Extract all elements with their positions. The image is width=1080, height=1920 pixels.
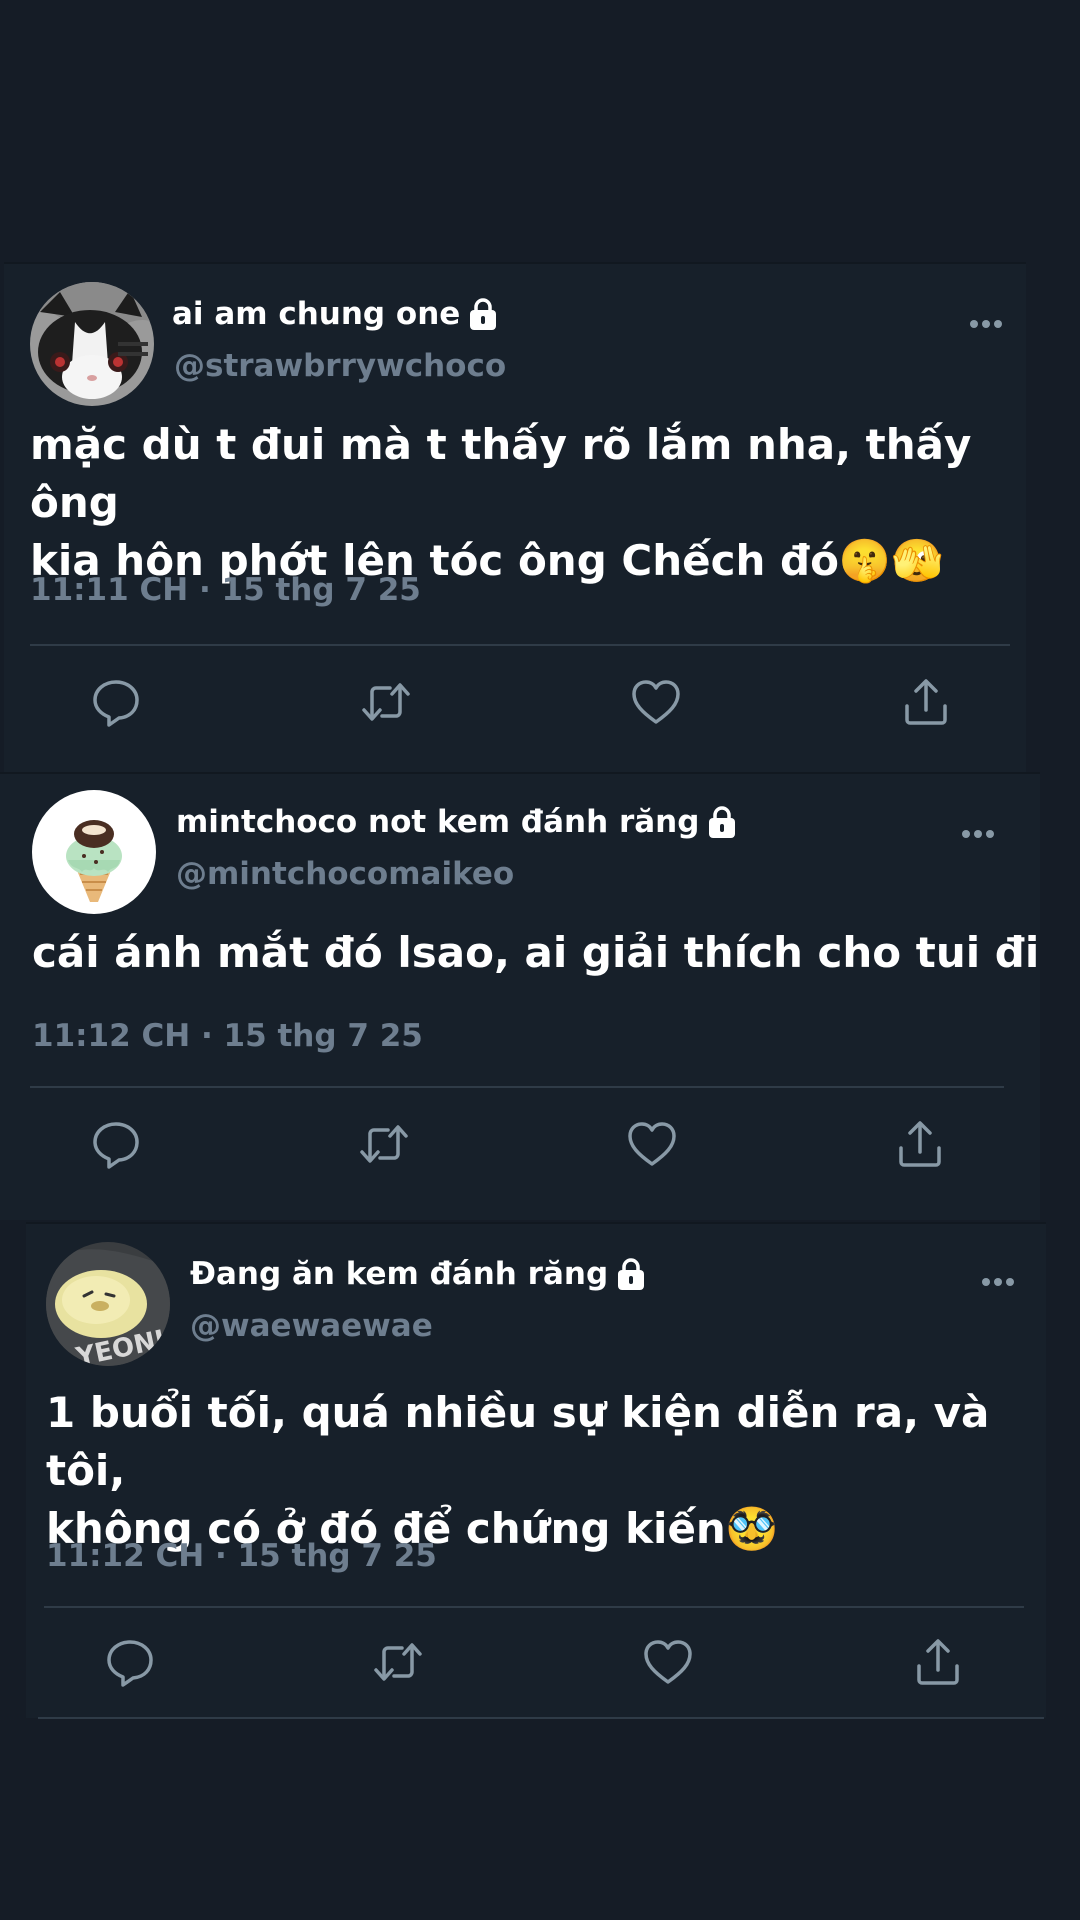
display-name[interactable]: ai am chung one bbox=[172, 296, 460, 332]
avatar[interactable] bbox=[32, 790, 156, 914]
retweet-icon[interactable] bbox=[358, 674, 414, 730]
duck-avatar-icon: YEONI bbox=[46, 1242, 170, 1366]
heart-icon[interactable] bbox=[628, 674, 684, 730]
timestamp[interactable]: 11:12 CH · 15 thg 7 25 bbox=[32, 1018, 423, 1054]
divider bbox=[44, 1606, 1024, 1608]
cat-avatar-icon bbox=[30, 282, 154, 406]
tweet-card[interactable]: ai am chung one @strawbrrywchoco mặc dù … bbox=[4, 262, 1026, 772]
retweet-icon[interactable] bbox=[370, 1634, 426, 1690]
author-name-row[interactable]: mintchoco not kem đánh răng bbox=[176, 804, 737, 840]
tweet-card[interactable]: YEONI Đang ăn kem đánh răng @waewaewae 1… bbox=[26, 1222, 1046, 1718]
heart-icon[interactable] bbox=[624, 1116, 680, 1172]
share-icon[interactable] bbox=[892, 1116, 948, 1172]
more-horizontal-icon[interactable] bbox=[978, 1272, 1018, 1292]
timestamp[interactable]: 11:11 CH · 15 thg 7 25 bbox=[30, 572, 421, 608]
lock-icon bbox=[616, 1257, 646, 1291]
action-bar bbox=[0, 1116, 1040, 1176]
bottom-divider bbox=[38, 1717, 1044, 1719]
share-icon[interactable] bbox=[898, 674, 954, 730]
retweet-icon[interactable] bbox=[356, 1116, 412, 1172]
tweet-text: cái ánh mắt đó lsao, ai giải thích cho t… bbox=[32, 928, 1040, 977]
action-bar bbox=[26, 1634, 1046, 1694]
avatar[interactable]: YEONI bbox=[46, 1242, 170, 1366]
lock-icon bbox=[468, 297, 498, 331]
lock-icon bbox=[707, 805, 737, 839]
tweet-text: 1 buổi tối, quá nhiều sự kiện diễn ra, v… bbox=[46, 1388, 990, 1553]
user-handle[interactable]: @strawbrrywchoco bbox=[174, 348, 506, 384]
tweet-text: mặc dù t đui mà t thấy rõ lắm nha, thấy … bbox=[30, 420, 972, 585]
avatar[interactable] bbox=[30, 282, 154, 406]
action-bar bbox=[4, 674, 1026, 734]
divider bbox=[30, 1086, 1004, 1088]
share-icon[interactable] bbox=[910, 1634, 966, 1690]
user-handle[interactable]: @waewaewae bbox=[190, 1308, 433, 1344]
display-name[interactable]: Đang ăn kem đánh răng bbox=[190, 1256, 608, 1292]
timestamp[interactable]: 11:12 CH · 15 thg 7 25 bbox=[46, 1538, 437, 1574]
author-name-row[interactable]: Đang ăn kem đánh răng bbox=[190, 1256, 646, 1292]
ice-cream-avatar-icon bbox=[32, 790, 156, 914]
tweet-card[interactable]: mintchoco not kem đánh răng @mintchocoma… bbox=[0, 772, 1040, 1220]
reply-icon[interactable] bbox=[88, 674, 144, 730]
author-name-row[interactable]: ai am chung one bbox=[172, 296, 498, 332]
heart-icon[interactable] bbox=[640, 1634, 696, 1690]
user-handle[interactable]: @mintchocomaikeo bbox=[176, 856, 514, 892]
more-horizontal-icon[interactable] bbox=[966, 314, 1006, 334]
display-name[interactable]: mintchoco not kem đánh răng bbox=[176, 804, 699, 840]
divider bbox=[30, 644, 1010, 646]
reply-icon[interactable] bbox=[88, 1116, 144, 1172]
reply-icon[interactable] bbox=[102, 1634, 158, 1690]
more-horizontal-icon[interactable] bbox=[958, 824, 998, 844]
